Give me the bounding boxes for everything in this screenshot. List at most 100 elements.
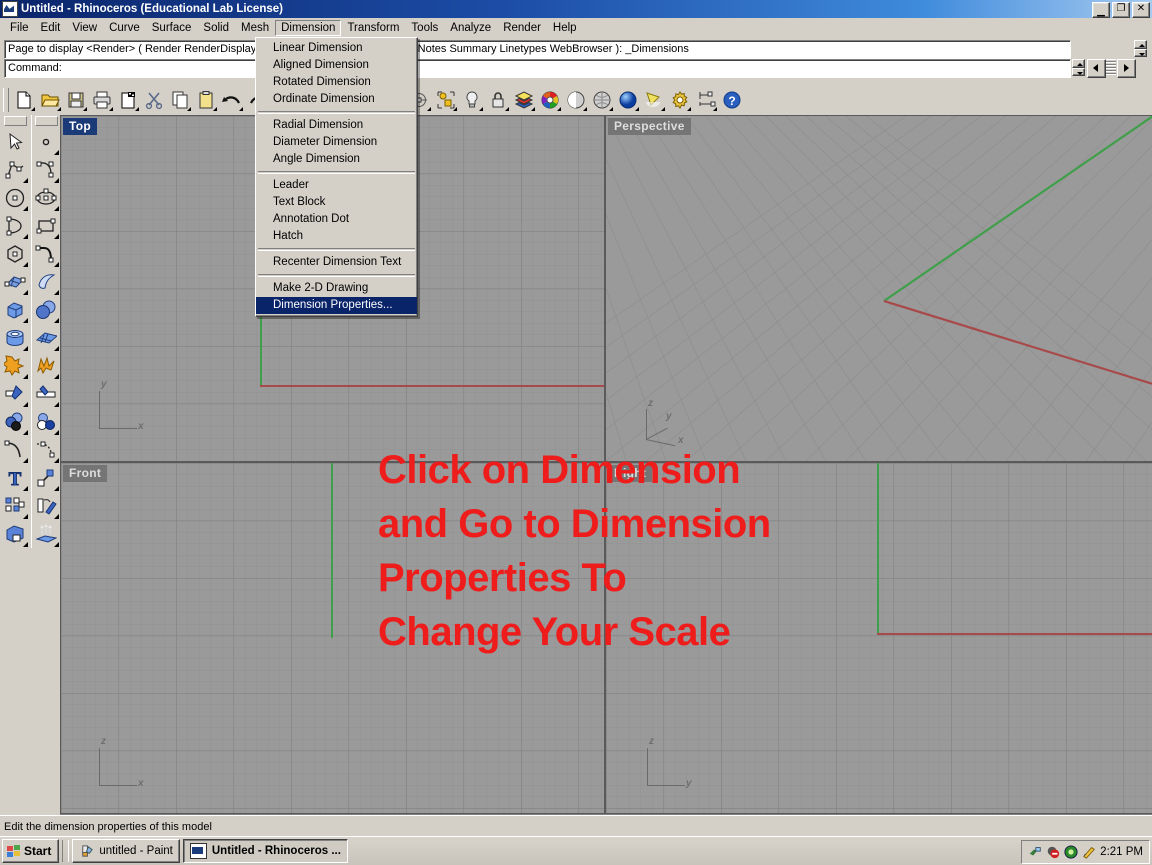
toolbar-grip[interactable] xyxy=(3,88,9,112)
explode-star-icon[interactable] xyxy=(32,352,60,380)
menu-option-recenter-dimension-text[interactable]: Recenter Dimension Text xyxy=(256,254,417,271)
polygon-icon[interactable] xyxy=(1,240,29,268)
text-tool-icon[interactable]: T xyxy=(1,464,29,492)
close-button[interactable]: ✕ xyxy=(1132,2,1150,18)
history-scroll-down-button[interactable] xyxy=(1134,48,1147,57)
surface-patch-icon[interactable] xyxy=(1,268,29,296)
array-icon[interactable] xyxy=(1,492,29,520)
menu-option-hatch[interactable]: Hatch xyxy=(256,228,417,245)
menu-item-render[interactable]: Render xyxy=(497,20,547,36)
perspective-viewport-label[interactable]: Perspective xyxy=(608,118,691,135)
command-prompt-line[interactable]: Command: xyxy=(4,59,1071,78)
boolean-difference-icon[interactable] xyxy=(32,408,60,436)
cylinder-icon[interactable] xyxy=(1,324,29,352)
menu-item-help[interactable]: Help xyxy=(547,20,583,36)
minimize-button[interactable]: ▁ xyxy=(1092,2,1110,18)
rotate-object-icon[interactable] xyxy=(32,492,60,520)
box-solid-icon[interactable] xyxy=(1,296,29,324)
rectangle-icon[interactable] xyxy=(32,212,60,240)
menu-item-transform[interactable]: Transform xyxy=(341,20,405,36)
pencil-icon[interactable] xyxy=(1082,845,1096,859)
ellipse-icon[interactable] xyxy=(32,184,60,212)
menu-item-solid[interactable]: Solid xyxy=(197,20,235,36)
perspective-viewport[interactable]: z y x Perspective xyxy=(605,115,1152,462)
trim-icon[interactable] xyxy=(32,380,60,408)
render-preview-icon[interactable] xyxy=(615,87,641,113)
scissors-cut-icon[interactable] xyxy=(141,87,167,113)
history-scroll-up-button[interactable] xyxy=(1134,40,1147,49)
restore-button[interactable]: ❐ xyxy=(1112,2,1130,18)
command-next-button[interactable] xyxy=(1117,59,1136,78)
media-icon[interactable] xyxy=(1064,845,1078,859)
surface-sweep-icon[interactable] xyxy=(32,268,60,296)
menu-option-dimension-properties[interactable]: Dimension Properties... xyxy=(256,297,417,314)
new-file-icon[interactable] xyxy=(11,87,37,113)
select-arrow-icon[interactable] xyxy=(1,128,29,156)
menu-item-analyze[interactable]: Analyze xyxy=(444,20,497,36)
menu-option-linear-dimension[interactable]: Linear Dimension xyxy=(256,40,417,57)
command-scroll-down-button[interactable] xyxy=(1072,67,1085,76)
menu-option-rotated-dimension[interactable]: Rotated Dimension xyxy=(256,74,417,91)
fillet-curve-icon[interactable] xyxy=(1,436,29,464)
menu-option-aligned-dimension[interactable]: Aligned Dimension xyxy=(256,57,417,74)
history-scroll-spinner[interactable] xyxy=(1134,40,1147,57)
menu-item-surface[interactable]: Surface xyxy=(146,20,198,36)
menu-option-diameter-dimension[interactable]: Diameter Dimension xyxy=(256,134,417,151)
boolean-union-icon[interactable] xyxy=(1,352,29,380)
light-bulb-icon[interactable] xyxy=(459,87,485,113)
top-viewport-label[interactable]: Top xyxy=(63,118,97,135)
taskbar-clock[interactable]: 2:21 PM xyxy=(1100,846,1143,858)
boolean-spheres-icon[interactable] xyxy=(1,408,29,436)
help-question-icon[interactable]: ? xyxy=(719,87,745,113)
command-prev-button[interactable] xyxy=(1087,59,1106,78)
curve-interp-icon[interactable] xyxy=(32,156,60,184)
menu-option-leader[interactable]: Leader xyxy=(256,177,417,194)
open-folder-icon[interactable] xyxy=(37,87,63,113)
taskbar-item-rhinoceros[interactable]: Untitled - Rhinoceros ... xyxy=(182,839,348,863)
dimension-tool-icon[interactable] xyxy=(693,87,719,113)
arc-icon[interactable] xyxy=(1,212,29,240)
save-disk-icon[interactable] xyxy=(63,87,89,113)
color-wheel-icon[interactable] xyxy=(537,87,563,113)
blend-curve-icon[interactable] xyxy=(32,240,60,268)
extrude-up-icon[interactable] xyxy=(32,520,60,548)
move-arrow-icon[interactable] xyxy=(32,464,60,492)
front-viewport-label[interactable]: Front xyxy=(63,465,108,482)
antivirus-icon[interactable] xyxy=(1046,845,1060,859)
split-icon[interactable] xyxy=(1,380,29,408)
undo-arrow-icon[interactable] xyxy=(219,87,245,113)
sphere-icon[interactable] xyxy=(32,296,60,324)
taskbar-item-paint[interactable]: untitled - Paint xyxy=(72,839,180,863)
menu-option-make-2-d-drawing[interactable]: Make 2-D Drawing xyxy=(256,280,417,297)
menu-option-text-block[interactable]: Text Block xyxy=(256,194,417,211)
surface-grid-icon[interactable] xyxy=(32,324,60,352)
gear-options-icon[interactable] xyxy=(667,87,693,113)
menu-option-ordinate-dimension[interactable]: Ordinate Dimension xyxy=(256,91,417,108)
circle-icon[interactable] xyxy=(1,184,29,212)
menu-option-radial-dimension[interactable]: Radial Dimension xyxy=(256,117,417,134)
menu-option-angle-dimension[interactable]: Angle Dimension xyxy=(256,151,417,168)
menu-item-dimension[interactable]: Dimension xyxy=(275,19,342,36)
command-scroll-spinner[interactable] xyxy=(1072,59,1085,76)
fillet-dots-icon[interactable] xyxy=(32,436,60,464)
network-icon[interactable] xyxy=(1028,845,1042,859)
shade-sphere-icon[interactable] xyxy=(563,87,589,113)
menu-option-annotation-dot[interactable]: Annotation Dot xyxy=(256,211,417,228)
sidebar-column-right-grip[interactable] xyxy=(35,116,58,126)
menu-item-tools[interactable]: Tools xyxy=(405,20,444,36)
print-icon[interactable] xyxy=(89,87,115,113)
lock-padlock-icon[interactable] xyxy=(485,87,511,113)
cut-page-icon[interactable] xyxy=(115,87,141,113)
cap-solid-icon[interactable] xyxy=(1,520,29,548)
command-scroll-up-button[interactable] xyxy=(1072,59,1085,68)
menu-item-curve[interactable]: Curve xyxy=(103,20,146,36)
spotlight-icon[interactable] xyxy=(641,87,667,113)
group-objects-icon[interactable] xyxy=(433,87,459,113)
menu-item-file[interactable]: File xyxy=(4,20,35,36)
start-button[interactable]: Start xyxy=(2,839,60,863)
polyline-icon[interactable] xyxy=(1,156,29,184)
point-icon[interactable] xyxy=(32,128,60,156)
paste-clipboard-icon[interactable] xyxy=(193,87,219,113)
menu-item-edit[interactable]: Edit xyxy=(35,20,67,36)
sidebar-column-left-grip[interactable] xyxy=(4,116,27,126)
